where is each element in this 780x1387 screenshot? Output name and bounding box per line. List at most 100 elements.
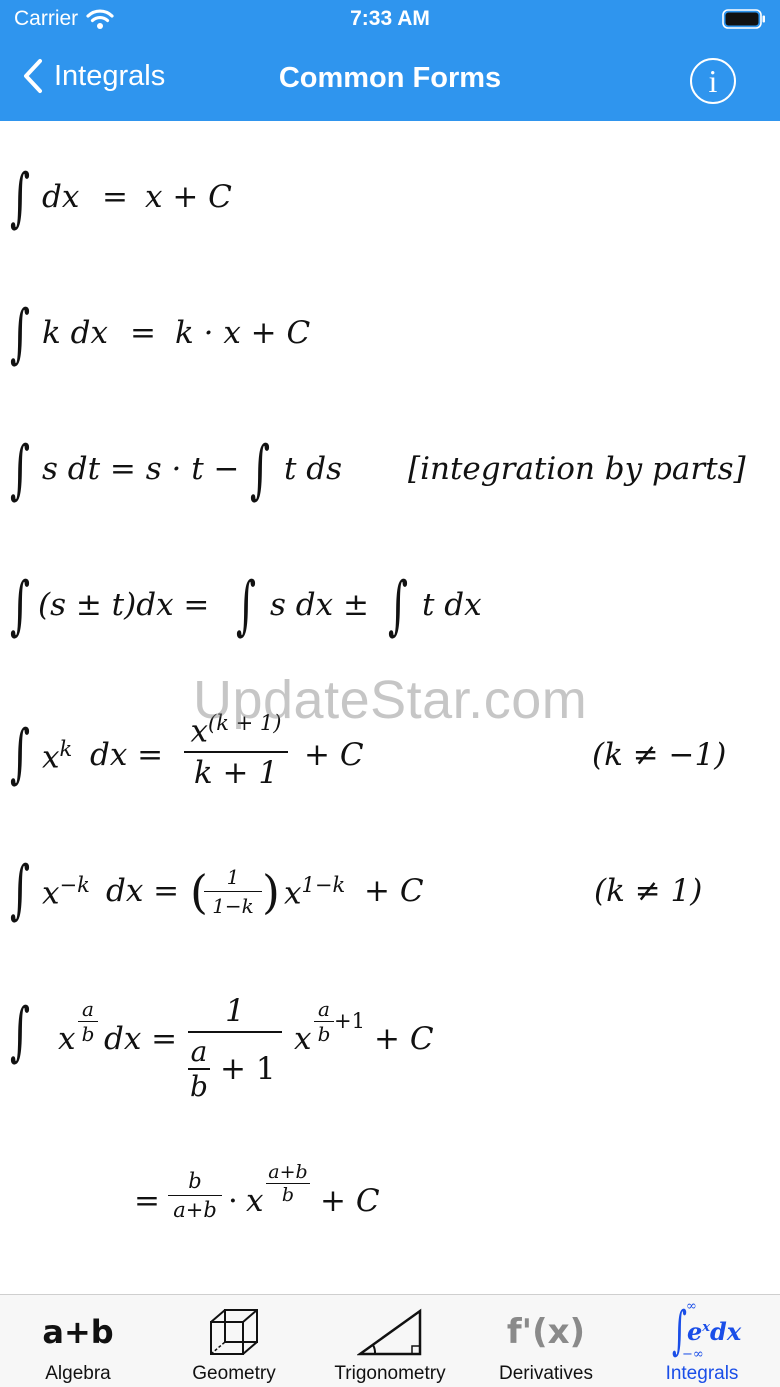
fraction-denominator: a+b [173,1198,217,1222]
formula-row: ∫ dx = x + C [0,161,780,251]
fraction-numerator: a [82,997,94,1021]
integral-sign: ∫ [250,433,271,507]
integral-sign: ∫ [10,995,31,1069]
formula-equals: = [134,1183,160,1219]
watermark: UpdateStar.com [193,670,588,730]
integral-icon-body: exdx [687,1317,741,1346]
integral-sign: ∫ [10,717,31,791]
formula-lhs: s dt = s · t − [42,451,240,487]
formula-exponent: 1−k [301,873,346,897]
formula-tail: + C [304,737,364,773]
integral-icon-dx: dx [710,1317,742,1346]
formula-exponent: k [59,737,73,761]
integral-sign: ∫ [236,569,257,643]
formula-note: [integration by parts] [408,451,746,487]
tab-label: Integrals [665,1363,739,1384]
formula-row: ∫ x−k dx = ( 1 1−k ) x1−k + C (k ≠ 1) [0,853,780,953]
algebra-icon: a+b [0,1303,156,1361]
tab-label: Derivatives [499,1363,593,1384]
exponent-tail: +1 [334,1009,365,1033]
battery-icon [722,9,765,29]
tab-integrals[interactable]: ∫ ∞ −∞ exdx Integrals [624,1295,780,1387]
formula-tail: + C [374,1021,434,1057]
tab-label: Geometry [192,1363,276,1384]
fraction-bar [204,891,262,892]
formula-dx: dx = [90,737,164,773]
integral-sign: ∫ [10,433,31,507]
exponent-fraction: a+b b [266,1161,310,1206]
formula-integrand: dx [42,179,80,215]
formula-rhs: k · x + C [175,315,311,351]
fraction-bar [168,1195,222,1196]
formula-base: x [284,875,302,912]
formula-lhs: xk [42,737,72,775]
fraction-denominator: k + 1 [193,755,279,792]
tab-geometry[interactable]: Geometry [156,1295,312,1387]
fraction-numerator: 1 [226,865,240,889]
status-time: 7:33 AM [350,7,430,30]
formula-exponent: −k [59,873,90,897]
formula-base: x [58,1021,76,1057]
fraction-bar [184,751,288,754]
fraction-numerator: a+b [268,1161,308,1183]
status-bar: Carrier 7:33 AM [0,0,780,40]
algebra-icon-text: a+b [42,1313,114,1351]
tab-derivatives[interactable]: f'(x) Derivatives [468,1295,624,1387]
formula-tail: + C [320,1183,380,1219]
fraction-denominator: b [190,1070,208,1103]
formula-dot: · [228,1183,238,1219]
cube-icon [156,1303,312,1361]
formula-fraction: b a+b [168,1169,222,1222]
integral-sign: ∫ [10,161,31,235]
formula-mid: s dx ± [270,587,369,623]
derivative-icon: f'(x) [468,1303,624,1361]
integral-icon-sup: x [702,1320,711,1335]
formula-rhs: t ds [284,451,343,487]
formula-rhs: x + C [145,179,232,215]
fraction-numerator: a [190,1035,208,1068]
formula-rhs: t dx [422,587,482,623]
formula-integrand: k dx [42,315,108,351]
tab-trigonometry[interactable]: Trigonometry [312,1295,468,1387]
triangle-icon [312,1303,468,1361]
exponent-fraction: a b [314,997,334,1046]
formula-row: ∫ (s ± t)dx = ∫ s dx ± ∫ t dx [0,569,780,659]
fraction-numerator: b [188,1169,202,1193]
formula-base: x [42,875,60,912]
tab-label: Algebra [45,1363,111,1384]
fraction-denominator: a b + 1 [188,1035,282,1103]
tab-algebra[interactable]: a+b Algebra [0,1295,156,1387]
integral-sign: ∫ [10,853,31,927]
formula-tail: + C [364,873,424,909]
integral-sign: ∫ [10,297,31,371]
fraction-numerator: a [318,997,330,1021]
integral-icon: ∫ ∞ −∞ exdx [624,1299,780,1362]
info-icon[interactable]: i [690,58,736,104]
integral-sign: ∫ [10,569,31,643]
integral-icon-e: e [687,1317,703,1346]
fraction-denominator: 1−k [212,894,254,918]
top-bar: Carrier 7:33 AM Integrals Common Forms i [0,0,780,121]
derivative-icon-text: f'(x) [506,1312,586,1352]
fraction-denominator: b [317,1022,331,1046]
formula-row: = b a+b · x a+b b + C [0,1157,780,1257]
fraction-bar [188,1031,282,1033]
formula-row: ∫ x a b dx = 1 a b + 1 x a b +1 + C [0,993,780,1123]
page-title: Common Forms [278,62,502,94]
formula-base: x [246,1183,264,1219]
integral-icon-lower: −∞ [682,1347,704,1362]
formula-lhs: x−k [42,873,90,911]
formula-condition: (k ≠ 1) [594,873,703,909]
formula-base: x [42,739,60,776]
formula-row: ∫ s dt = s · t − ∫ t ds [integration by … [0,433,780,523]
denominator-tail: + 1 [220,1051,276,1087]
fraction-numerator: 1 [225,993,245,1029]
formula-lhs: (s ± t)dx = [38,587,210,623]
formula-dx: dx = [104,1021,178,1057]
exponent-fraction: a b [78,997,98,1046]
formula-fraction: 1 1−k [204,865,262,918]
formula-row: ∫ xk dx = x(k + 1) k + 1 + C (k ≠ −1) [0,711,780,817]
paren-close: ) [262,865,280,919]
tab-label: Trigonometry [334,1363,446,1384]
fraction-denominator: b [281,1184,295,1206]
